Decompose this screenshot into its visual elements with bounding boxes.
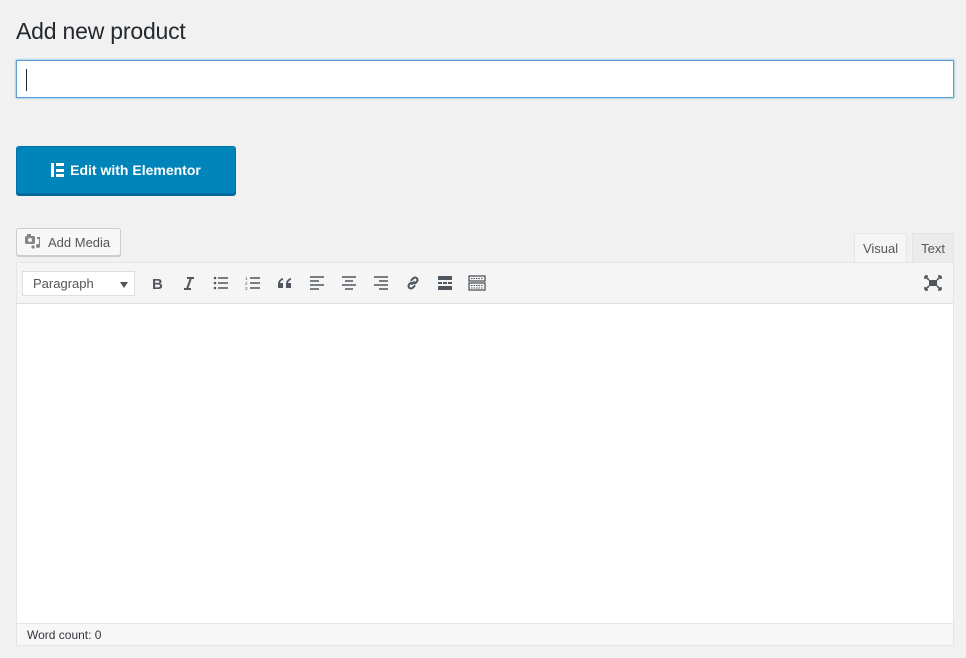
word-count: Word count: 0 xyxy=(27,627,102,642)
align-center-icon xyxy=(342,276,356,290)
tab-visual[interactable]: Visual xyxy=(853,233,908,263)
read-more-button[interactable] xyxy=(429,268,461,298)
fullscreen-button[interactable] xyxy=(923,273,943,293)
elementor-icon xyxy=(51,163,65,177)
product-title-field[interactable] xyxy=(16,60,954,98)
insert-link-button[interactable] xyxy=(397,268,429,298)
bulleted-list-button[interactable] xyxy=(205,268,237,298)
media-icon xyxy=(24,233,42,252)
tab-text[interactable]: Text xyxy=(912,233,954,262)
editor-tabs: Visual Text xyxy=(853,233,954,263)
bold-icon: B xyxy=(152,276,163,290)
editor-statusbar: Word count: 0 xyxy=(17,623,953,645)
svg-text:3: 3 xyxy=(245,286,248,290)
product-title-input[interactable] xyxy=(17,61,953,97)
align-center-button[interactable] xyxy=(333,268,365,298)
align-right-button[interactable] xyxy=(365,268,397,298)
add-media-button[interactable]: Add Media xyxy=(16,228,121,256)
read-more-icon xyxy=(438,276,452,290)
numbered-list-button[interactable]: 123 xyxy=(237,268,269,298)
text-caret xyxy=(26,69,27,91)
toolbar-toggle-button[interactable] xyxy=(461,268,493,298)
italic-icon xyxy=(184,277,194,290)
numbered-list-icon: 123 xyxy=(245,276,260,290)
align-left-button[interactable] xyxy=(301,268,333,298)
bullet-list-icon xyxy=(213,276,228,290)
link-icon xyxy=(407,276,419,290)
editor-content-area[interactable] xyxy=(17,304,953,624)
format-select[interactable]: Paragraph xyxy=(22,270,135,296)
editor-toolbar: Paragraph B 123 xyxy=(17,263,953,304)
add-media-label: Add Media xyxy=(48,234,111,250)
bold-button[interactable]: B xyxy=(141,268,173,298)
fullscreen-icon xyxy=(924,275,942,291)
content-editor: Paragraph B 123 Word count: 0 xyxy=(16,262,954,646)
align-right-icon xyxy=(374,276,388,290)
format-select-value: Paragraph xyxy=(33,275,94,291)
keyboard-icon xyxy=(468,275,486,291)
italic-button[interactable] xyxy=(173,268,205,298)
svg-text:B: B xyxy=(152,276,163,290)
blockquote-button[interactable] xyxy=(269,268,301,298)
edit-with-elementor-label: Edit with Elementor xyxy=(70,162,201,178)
align-left-icon xyxy=(310,276,324,290)
quote-icon xyxy=(277,278,291,288)
edit-with-elementor-button[interactable]: Edit with Elementor xyxy=(16,146,236,194)
chevron-down-icon xyxy=(120,281,128,288)
page-title: Add new product xyxy=(16,18,186,44)
